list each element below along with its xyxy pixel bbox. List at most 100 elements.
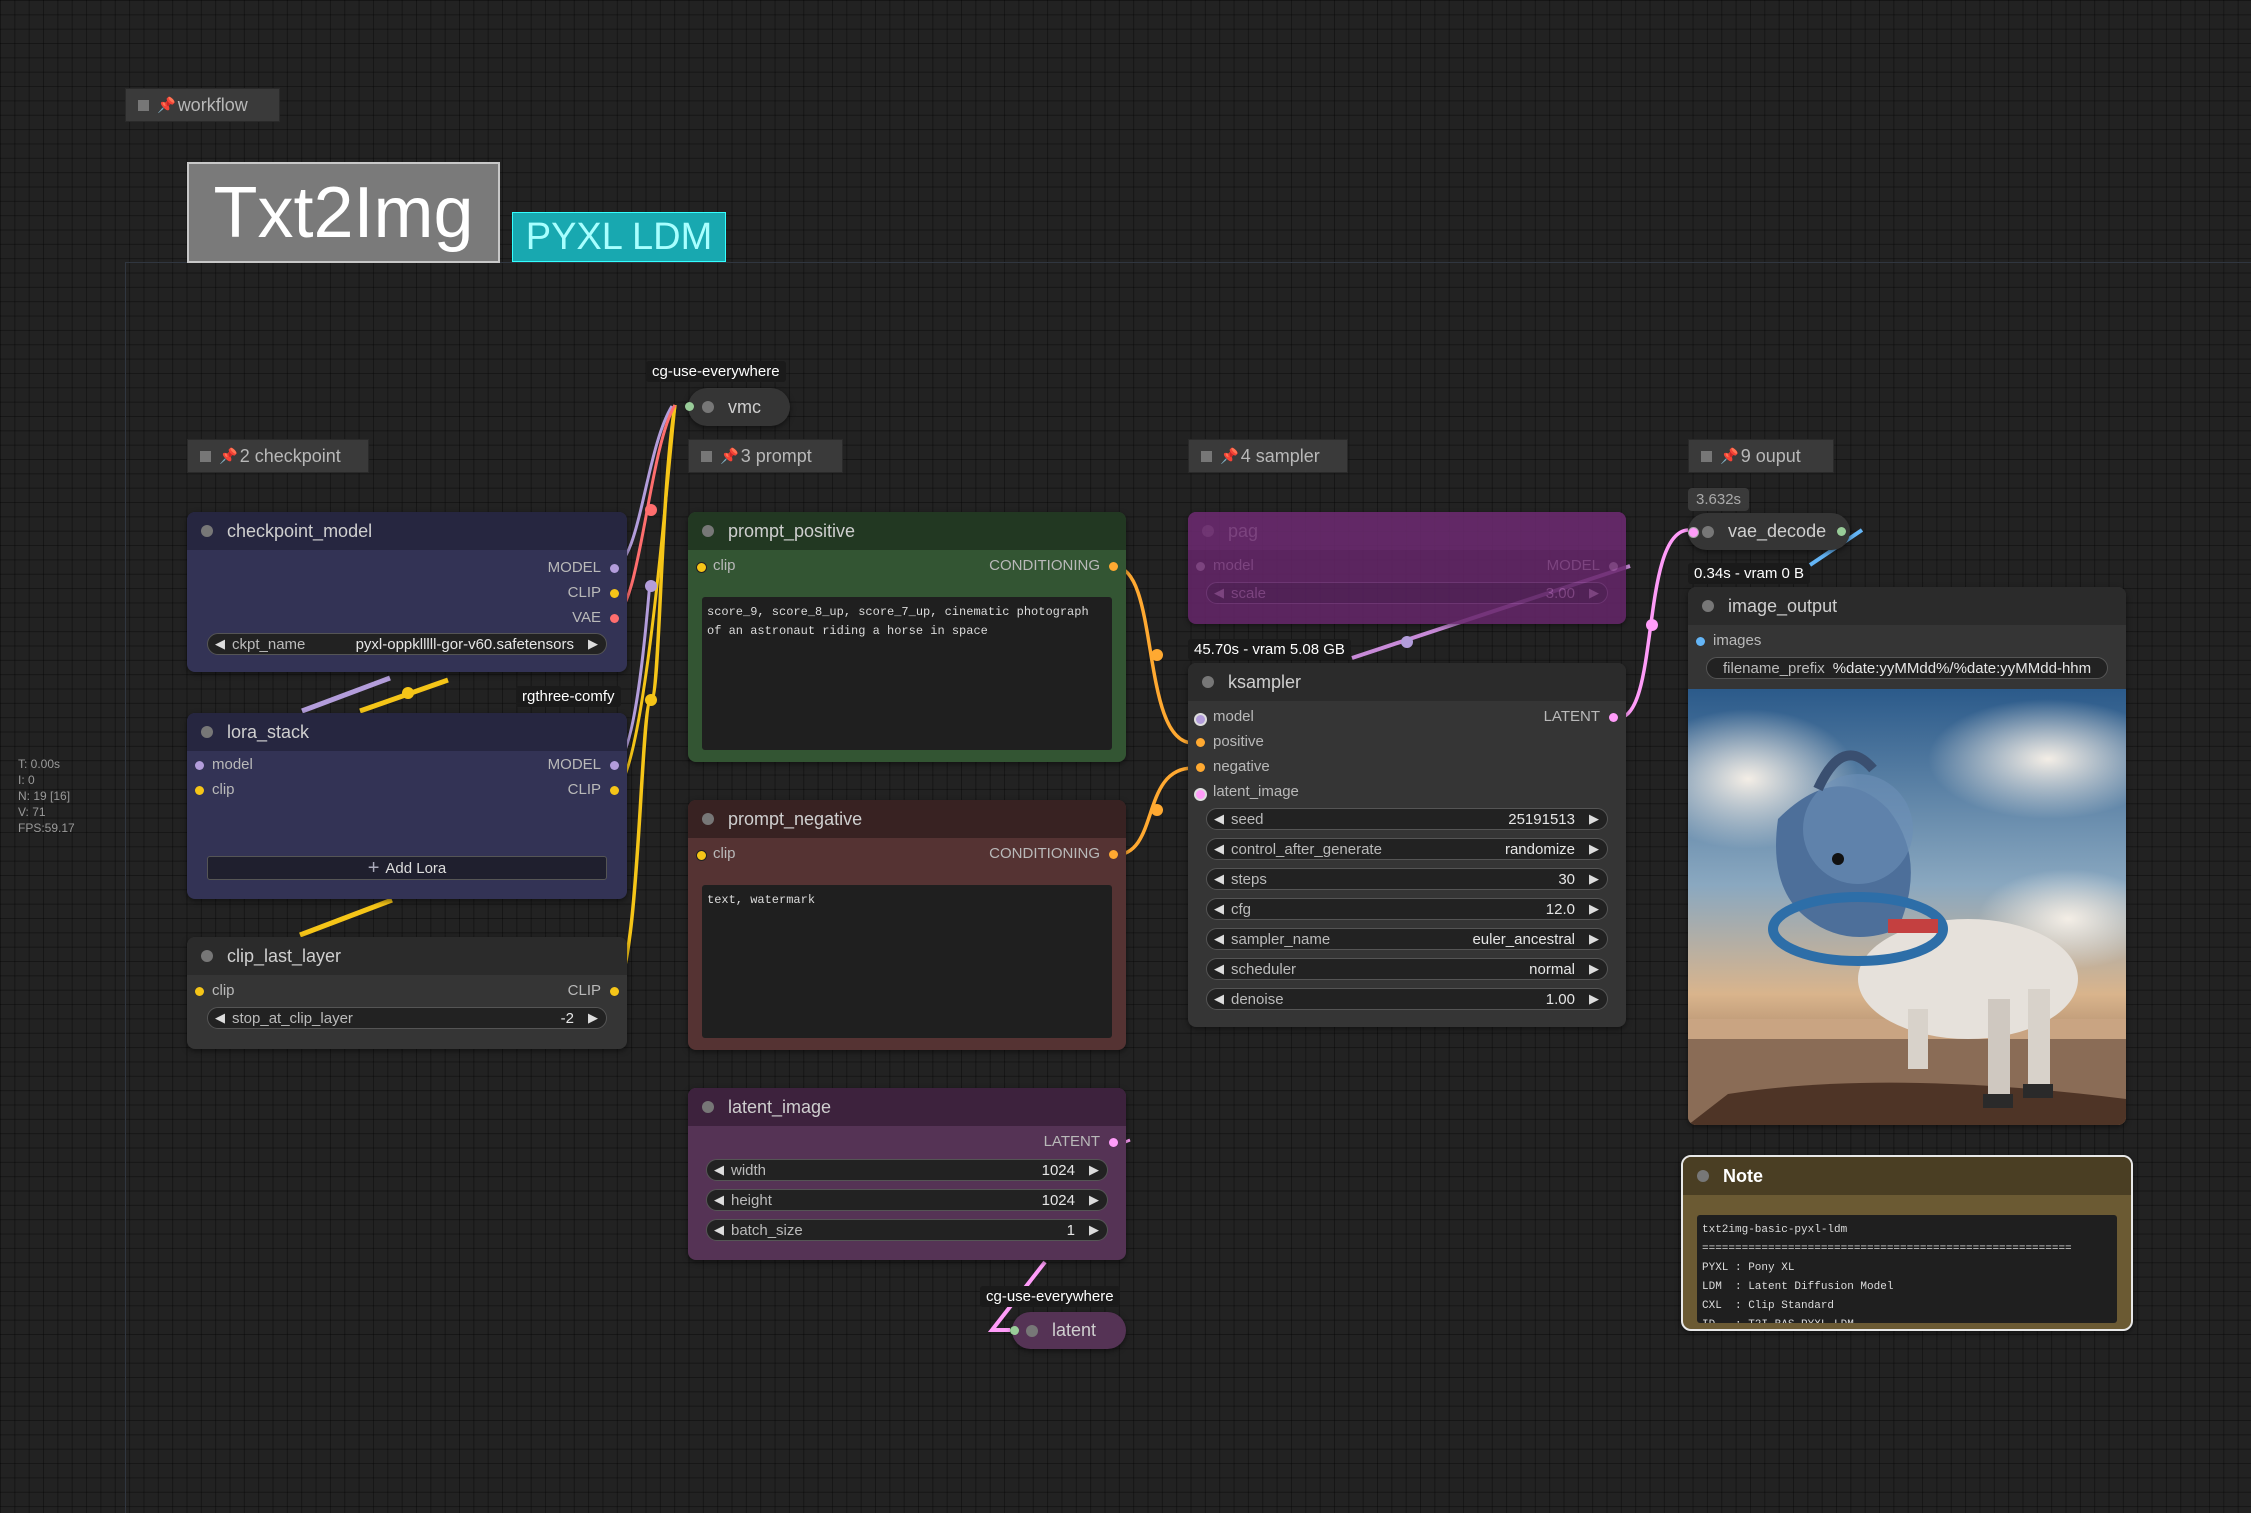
increment-arrow-icon[interactable]: ▶ (1589, 585, 1599, 601)
output-latent-dot[interactable] (1609, 713, 1618, 722)
increment-arrow-icon[interactable]: ▶ (588, 636, 598, 652)
input-clip-dot[interactable] (696, 562, 707, 573)
decrement-arrow-icon[interactable]: ◀ (1214, 901, 1224, 917)
output-clip-dot[interactable] (610, 786, 619, 795)
decrement-arrow-icon[interactable]: ◀ (714, 1222, 724, 1238)
node-image-output[interactable]: image_output images filename_prefix %dat… (1688, 587, 2126, 1125)
input-model-dot[interactable] (1196, 562, 1205, 571)
collapse-dot[interactable] (201, 525, 213, 537)
output-latent-dot[interactable] (1109, 1138, 1118, 1147)
group-workflow[interactable]: 📌 workflow (125, 88, 280, 122)
decrement-arrow-icon[interactable]: ◀ (1214, 811, 1224, 827)
output-conditioning-dot[interactable] (1109, 850, 1118, 859)
increment-arrow-icon[interactable]: ▶ (1089, 1162, 1099, 1178)
node-latent-image[interactable]: latent_image LATENT ◀ width 1024 ▶ ◀ hei… (688, 1088, 1126, 1260)
scheduler-combo[interactable]: ◀ scheduler normal ▶ (1206, 958, 1608, 980)
prompt-textarea[interactable]: text, watermark (702, 885, 1112, 1038)
note-textarea[interactable]: txt2img-basic-pyxl-ldm =================… (1697, 1215, 2117, 1323)
group-toggle-icon[interactable] (701, 450, 712, 462)
input-dot[interactable] (1010, 1326, 1019, 1335)
node-prompt-negative[interactable]: prompt_negative clip CONDITIONING text, … (688, 800, 1126, 1050)
group-checkpoint[interactable]: 📌 2 checkpoint (187, 439, 369, 473)
increment-arrow-icon[interactable]: ▶ (1589, 931, 1599, 947)
collapse-dot[interactable] (201, 950, 213, 962)
output-clip-dot[interactable] (610, 987, 619, 996)
input-model-dot[interactable] (195, 761, 204, 770)
output-image-preview[interactable] (1688, 689, 2126, 1125)
decrement-arrow-icon[interactable]: ◀ (1214, 991, 1224, 1007)
node-latent[interactable]: latent (1010, 1312, 1126, 1349)
increment-arrow-icon[interactable]: ▶ (1589, 871, 1599, 887)
increment-arrow-icon[interactable]: ▶ (1589, 961, 1599, 977)
input-positive-dot[interactable] (1196, 738, 1205, 747)
node-pag[interactable]: pag model MODEL ◀ scale 3.00 ▶ (1188, 512, 1626, 624)
output-dot[interactable] (685, 402, 694, 411)
group-output[interactable]: 📌 9 ouput (1688, 439, 1834, 473)
output-vae-dot[interactable] (610, 614, 619, 623)
output-conditioning-dot[interactable] (1109, 562, 1118, 571)
width-number[interactable]: ◀ width 1024 ▶ (706, 1159, 1108, 1181)
output-clip-dot[interactable] (610, 589, 619, 598)
collapse-dot[interactable] (702, 401, 714, 413)
decrement-arrow-icon[interactable]: ◀ (1214, 871, 1224, 887)
collapse-dot[interactable] (1702, 525, 1714, 538)
collapse-dot[interactable] (201, 726, 213, 738)
collapse-dot[interactable] (1202, 525, 1214, 537)
output-dot[interactable] (1837, 527, 1846, 536)
input-model-dot[interactable] (1194, 713, 1207, 726)
height-number[interactable]: ◀ height 1024 ▶ (706, 1189, 1108, 1211)
batch-size-number[interactable]: ◀ batch_size 1 ▶ (706, 1219, 1108, 1241)
prompt-textarea[interactable]: score_9, score_8_up, score_7_up, cinemat… (702, 597, 1112, 750)
increment-arrow-icon[interactable]: ▶ (1089, 1192, 1099, 1208)
collapse-dot[interactable] (1702, 600, 1714, 612)
increment-arrow-icon[interactable]: ▶ (1089, 1222, 1099, 1238)
decrement-arrow-icon[interactable]: ◀ (1214, 585, 1224, 601)
input-images-dot[interactable] (1696, 637, 1705, 646)
group-toggle-icon[interactable] (1201, 450, 1212, 462)
filename-prefix-text[interactable]: filename_prefix %date:yyMMdd%/%date:yyMM… (1706, 657, 2108, 679)
group-prompt[interactable]: 📌 3 prompt (688, 439, 843, 473)
output-model-dot[interactable] (1609, 562, 1618, 571)
decrement-arrow-icon[interactable]: ◀ (1214, 961, 1224, 977)
ckpt-name-combo[interactable]: ◀ ckpt_name pyxl-oppklllll-gor-v60.safet… (207, 633, 607, 655)
group-toggle-icon[interactable] (200, 450, 211, 462)
collapse-dot[interactable] (702, 813, 714, 825)
input-clip-dot[interactable] (195, 987, 204, 996)
node-lora-stack[interactable]: lora_stack model clip MODEL CLIP + Add L… (187, 713, 627, 899)
node-vmc[interactable]: vmc (685, 388, 790, 426)
denoise-number[interactable]: ◀ denoise 1.00 ▶ (1206, 988, 1608, 1010)
control-after-generate-combo[interactable]: ◀ control_after_generate randomize ▶ (1206, 838, 1608, 860)
stop-at-clip-layer-number[interactable]: ◀ stop_at_clip_layer -2 ▶ (207, 1007, 607, 1029)
decrement-arrow-icon[interactable]: ◀ (1214, 931, 1224, 947)
scale-number[interactable]: ◀ scale 3.00 ▶ (1206, 582, 1608, 604)
cfg-number[interactable]: ◀ cfg 12.0 ▶ (1206, 898, 1608, 920)
input-negative-dot[interactable] (1196, 763, 1205, 772)
increment-arrow-icon[interactable]: ▶ (1589, 811, 1599, 827)
group-toggle-icon[interactable] (138, 99, 149, 111)
node-vae-decode[interactable]: vae_decode (1688, 513, 1850, 550)
add-lora-button[interactable]: + Add Lora (207, 856, 607, 880)
node-note[interactable]: Note txt2img-basic-pyxl-ldm ============… (1681, 1155, 2133, 1331)
sampler-name-combo[interactable]: ◀ sampler_name euler_ancestral ▶ (1206, 928, 1608, 950)
output-model-dot[interactable] (610, 564, 619, 573)
output-model-dot[interactable] (610, 761, 619, 770)
decrement-arrow-icon[interactable]: ◀ (1214, 841, 1224, 857)
input-clip-dot[interactable] (696, 850, 707, 861)
collapse-dot[interactable] (1026, 1324, 1038, 1337)
decrement-arrow-icon[interactable]: ◀ (714, 1192, 724, 1208)
group-toggle-icon[interactable] (1701, 450, 1712, 462)
node-prompt-positive[interactable]: prompt_positive clip CONDITIONING score_… (688, 512, 1126, 762)
node-clip-last-layer[interactable]: clip_last_layer clip CLIP ◀ stop_at_clip… (187, 937, 627, 1049)
increment-arrow-icon[interactable]: ▶ (1589, 991, 1599, 1007)
node-ksampler[interactable]: ksampler model positive negative latent_… (1188, 663, 1626, 1027)
collapse-dot[interactable] (1202, 676, 1214, 688)
increment-arrow-icon[interactable]: ▶ (1589, 841, 1599, 857)
collapse-dot[interactable] (702, 1101, 714, 1113)
collapse-dot[interactable] (1697, 1170, 1709, 1182)
seed-number[interactable]: ◀ seed 25191513 ▶ (1206, 808, 1608, 830)
decrement-arrow-icon[interactable]: ◀ (714, 1162, 724, 1178)
decrement-arrow-icon[interactable]: ◀ (215, 1010, 225, 1026)
node-checkpoint-model[interactable]: checkpoint_model MODEL CLIP VAE ◀ ckpt_n… (187, 512, 627, 672)
input-dot[interactable] (1688, 527, 1699, 538)
steps-number[interactable]: ◀ steps 30 ▶ (1206, 868, 1608, 890)
